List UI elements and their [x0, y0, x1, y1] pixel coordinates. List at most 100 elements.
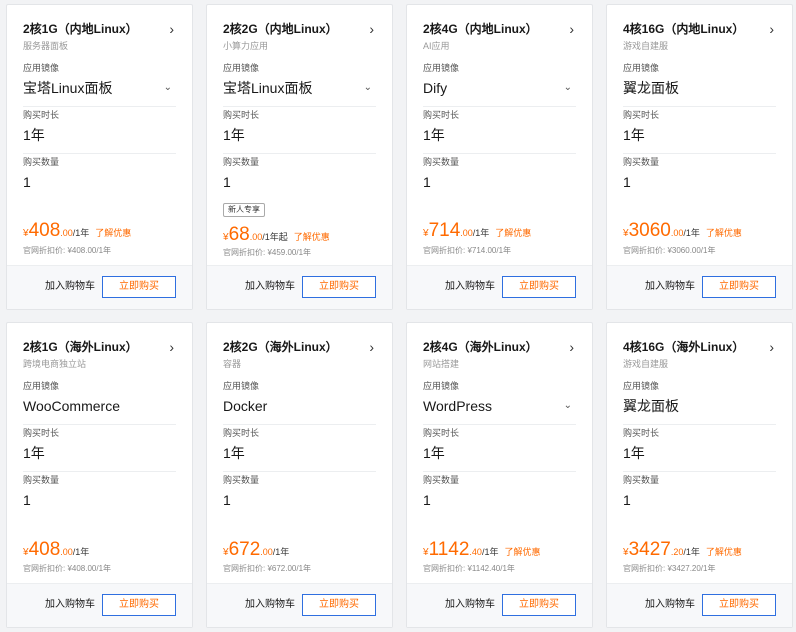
image-field[interactable]: 应用镜像 宝塔Linux面板 ⌄: [23, 63, 176, 107]
duration-value[interactable]: 1年: [423, 126, 576, 144]
quantity-value[interactable]: 1: [623, 173, 776, 191]
duration-value[interactable]: 1年: [223, 444, 376, 462]
product-card: 2核2G（海外Linux） › 容器 应用镜像 Docker 购买时长 1年 购…: [206, 322, 393, 628]
add-to-cart-button[interactable]: 加入购物车: [45, 281, 95, 293]
chevron-right-icon[interactable]: ›: [569, 340, 574, 354]
quantity-field[interactable]: 购买数量 1: [423, 475, 576, 509]
chevron-right-icon[interactable]: ›: [569, 22, 574, 36]
image-value[interactable]: 翼龙面板: [623, 397, 776, 415]
image-field[interactable]: 应用镜像 WooCommerce: [23, 381, 176, 425]
add-to-cart-button[interactable]: 加入购物车: [245, 599, 295, 611]
image-value[interactable]: Docker: [223, 397, 376, 415]
add-to-cart-button[interactable]: 加入购物车: [645, 599, 695, 611]
image-value[interactable]: 翼龙面板: [623, 79, 776, 97]
add-to-cart-button[interactable]: 加入购物车: [445, 281, 495, 293]
chevron-down-icon[interactable]: ⌄: [564, 79, 572, 97]
card-header[interactable]: 4核16G（海外Linux） › 游戏自建服: [623, 340, 780, 370]
duration-field[interactable]: 购买时长 1年: [23, 110, 176, 154]
chevron-right-icon[interactable]: ›: [369, 22, 374, 36]
product-card: 2核4G（海外Linux） › 网站搭建 应用镜像 WordPress ⌄ 购买时…: [406, 322, 593, 628]
card-header[interactable]: 2核4G（海外Linux） › 网站搭建: [423, 340, 580, 370]
chevron-down-icon[interactable]: ⌄: [564, 397, 572, 415]
price-unit: /1年: [72, 547, 90, 557]
image-field[interactable]: 应用镜像 WordPress ⌄: [423, 381, 576, 425]
buy-now-button[interactable]: 立即购买: [302, 276, 376, 298]
duration-field[interactable]: 购买时长 1年: [223, 110, 376, 154]
quantity-field[interactable]: 购买数量 1: [23, 157, 176, 191]
duration-field[interactable]: 购买时长 1年: [623, 428, 776, 472]
image-field[interactable]: 应用镜像 翼龙面板: [623, 381, 776, 425]
card-header[interactable]: 2核2G（海外Linux） › 容器: [223, 340, 380, 370]
chevron-right-icon[interactable]: ›: [769, 340, 774, 354]
quantity-value[interactable]: 1: [23, 173, 176, 191]
buy-now-button[interactable]: 立即购买: [302, 594, 376, 616]
add-to-cart-button[interactable]: 加入购物车: [45, 599, 95, 611]
duration-value[interactable]: 1年: [23, 126, 176, 144]
quantity-field[interactable]: 购买数量 1: [623, 157, 776, 191]
buy-now-button[interactable]: 立即购买: [102, 276, 176, 298]
duration-value[interactable]: 1年: [423, 444, 576, 462]
quantity-field[interactable]: 购买数量 1: [223, 475, 376, 509]
deal-link[interactable]: 了解优惠: [504, 547, 540, 557]
deal-link[interactable]: 了解优惠: [95, 228, 131, 238]
divider: [223, 106, 376, 107]
chevron-down-icon[interactable]: ⌄: [364, 79, 372, 97]
deal-link[interactable]: 了解优惠: [294, 232, 330, 242]
duration-value[interactable]: 1年: [23, 444, 176, 462]
duration-field[interactable]: 购买时长 1年: [223, 428, 376, 472]
buy-now-button[interactable]: 立即购买: [702, 594, 776, 616]
duration-value[interactable]: 1年: [623, 444, 776, 462]
quantity-value[interactable]: 1: [623, 491, 776, 509]
duration-value[interactable]: 1年: [223, 126, 376, 144]
add-to-cart-button[interactable]: 加入购物车: [445, 599, 495, 611]
card-header[interactable]: 2核2G（内地Linux） › 小算力应用: [223, 22, 380, 52]
price-decimal: .00: [670, 228, 684, 238]
image-field[interactable]: 应用镜像 翼龙面板: [623, 63, 776, 107]
chevron-right-icon[interactable]: ›: [369, 340, 374, 354]
card-header[interactable]: 4核16G（内地Linux） › 游戏自建服: [623, 22, 780, 52]
duration-field[interactable]: 购买时长 1年: [23, 428, 176, 472]
duration-field[interactable]: 购买时长 1年: [623, 110, 776, 154]
deal-link[interactable]: 了解优惠: [706, 228, 742, 238]
card-header[interactable]: 2核1G（海外Linux） › 跨境电商独立站: [23, 340, 180, 370]
card-footer: 加入购物车 立即购买: [407, 265, 592, 309]
deal-link[interactable]: 了解优惠: [706, 547, 742, 557]
chevron-right-icon[interactable]: ›: [769, 22, 774, 36]
quantity-value[interactable]: 1: [223, 491, 376, 509]
card-subtitle: 小算力应用: [223, 41, 269, 51]
buy-now-button[interactable]: 立即购买: [502, 594, 576, 616]
card-header[interactable]: 2核1G（内地Linux） › 服务器面板: [23, 22, 180, 52]
image-field[interactable]: 应用镜像 宝塔Linux面板 ⌄: [223, 63, 376, 107]
card-header[interactable]: 2核4G（内地Linux） › AI应用: [423, 22, 580, 52]
quantity-value[interactable]: 1: [423, 173, 576, 191]
quantity-value[interactable]: 1: [423, 491, 576, 509]
quantity-field[interactable]: 购买数量 1: [223, 157, 376, 191]
image-field[interactable]: 应用镜像 Dify ⌄: [423, 63, 576, 107]
duration-value[interactable]: 1年: [623, 126, 776, 144]
deal-link[interactable]: 了解优惠: [495, 228, 531, 238]
quantity-value[interactable]: 1: [23, 491, 176, 509]
duration-field[interactable]: 购买时长 1年: [423, 110, 576, 154]
buy-now-button[interactable]: 立即购买: [102, 594, 176, 616]
chevron-down-icon[interactable]: ⌄: [164, 79, 172, 97]
quantity-field[interactable]: 购买数量 1: [423, 157, 576, 191]
price-integer: 408: [28, 220, 61, 241]
divider: [23, 153, 176, 154]
duration-field[interactable]: 购买时长 1年: [423, 428, 576, 472]
quantity-field[interactable]: 购买数量 1: [23, 475, 176, 509]
add-to-cart-button[interactable]: 加入购物车: [245, 281, 295, 293]
add-to-cart-button[interactable]: 加入购物车: [645, 281, 695, 293]
chevron-right-icon[interactable]: ›: [169, 22, 174, 36]
buy-now-button[interactable]: 立即购买: [502, 276, 576, 298]
image-select[interactable]: 宝塔Linux面板 ⌄: [223, 79, 376, 97]
image-value[interactable]: WooCommerce: [23, 397, 176, 415]
image-field[interactable]: 应用镜像 Docker: [223, 381, 376, 425]
quantity-field[interactable]: 购买数量 1: [623, 475, 776, 509]
price-decimal: .00: [260, 547, 273, 557]
buy-now-button[interactable]: 立即购买: [702, 276, 776, 298]
image-select[interactable]: WordPress ⌄: [423, 397, 576, 415]
chevron-right-icon[interactable]: ›: [169, 340, 174, 354]
quantity-value[interactable]: 1: [223, 173, 376, 191]
image-select[interactable]: 宝塔Linux面板 ⌄: [23, 79, 176, 97]
image-select[interactable]: Dify ⌄: [423, 79, 576, 97]
